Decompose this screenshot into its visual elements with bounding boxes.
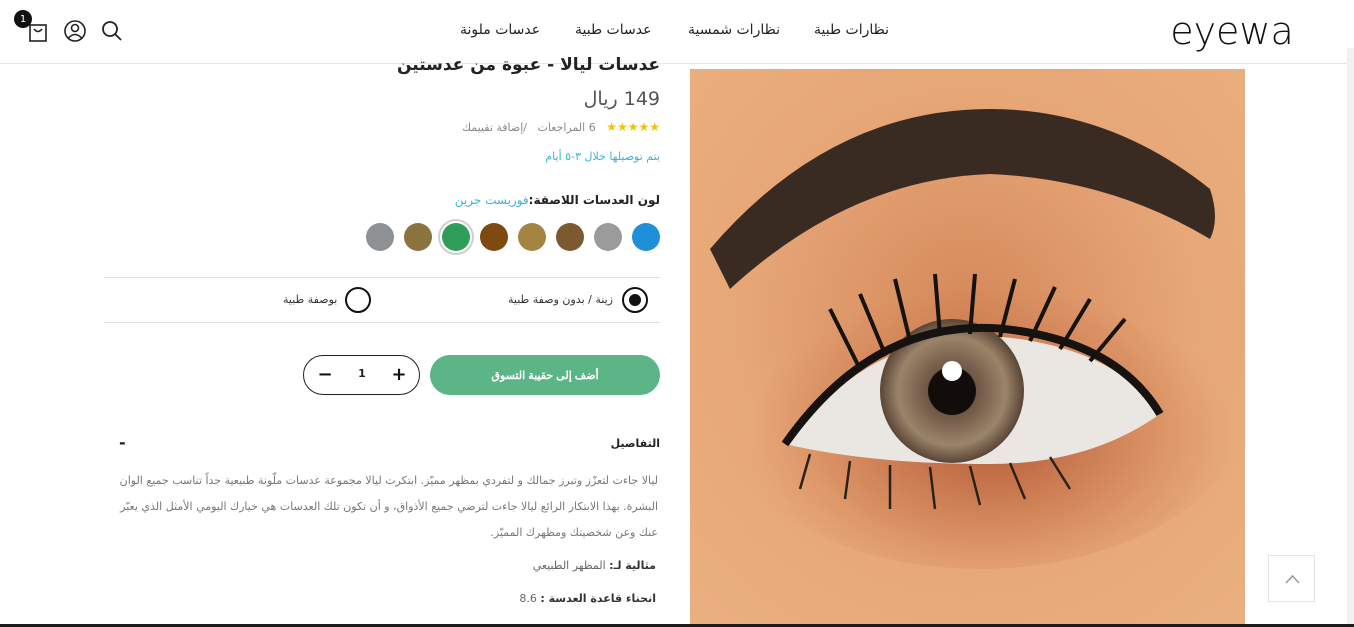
details-description: ليالا جاءت لتعزّز وتبرز جمالك و لتفردي ب… [119,474,658,539]
spec-base-curve-value: 8.6 [519,592,541,605]
product-price: 149 ريال [583,88,660,110]
divider [104,277,660,278]
qty-minus-button[interactable]: − [314,364,336,386]
spec-base-curve-label: انحناء قاعدة العدسة : [540,592,656,605]
add-review-link[interactable]: /إضافة تقييمك [462,121,527,134]
search-icon[interactable] [99,18,125,44]
add-to-bag-button[interactable]: أضف إلى حقيبة التسوق [430,355,660,395]
color-swatch[interactable] [594,223,622,251]
spec-base-curve: انحناء قاعدة العدسة : 8.6 [380,592,656,605]
scroll-to-top-button[interactable] [1268,555,1315,602]
spec-ideal-for: مثالية لـ: المظهر الطبيعي [380,559,656,572]
color-swatch[interactable] [480,223,508,251]
option-prescription-label[interactable]: بوصفة طبية [283,293,337,306]
details-collapse-toggle[interactable]: - [119,433,126,452]
product-title: عدسات ليالا - عبوة من عدستين [396,55,660,75]
color-label: لون العدسات اللاصقة: [528,193,660,207]
details-heading[interactable]: التفاصيل [440,437,660,450]
qty-plus-button[interactable]: + [388,364,410,386]
nav-item-colored-lenses[interactable]: عدسات ملونة [460,22,540,38]
color-swatch[interactable] [404,223,432,251]
nav-item-sunglasses[interactable]: نظارات شمسية [688,22,780,38]
divider [104,322,660,323]
color-swatch[interactable] [366,223,394,251]
page-scrollbar[interactable] [1347,48,1354,627]
user-icon[interactable] [62,18,88,44]
nav-item-eyeglasses[interactable]: نظارات طبية [814,22,889,38]
option-no-prescription-radio[interactable] [622,287,648,313]
color-swatch[interactable] [556,223,584,251]
color-swatch[interactable] [442,223,470,251]
site-header: eyewa نظارات طبية نظارات شمسية عدسات طبي… [0,0,1354,64]
spec-ideal-for-value: المظهر الطبيعي [532,559,610,572]
svg-text:eyewa: eyewa [1170,9,1294,53]
review-count-link[interactable]: 6 المراجعات [538,121,596,134]
chevron-up-icon [1285,574,1300,584]
selected-color-name: فوريست جرين [454,193,529,207]
rating-stars[interactable]: ★★★★★ [606,120,660,134]
spec-ideal-for-label: مثالية لـ: [609,559,656,572]
qty-value[interactable]: 1 [352,367,372,380]
option-no-prescription-label[interactable]: زينة / بدون وصفة طبية [508,293,613,306]
product-image[interactable] [690,69,1245,624]
quantity-stepper: − 1 + [303,355,420,395]
option-prescription-radio[interactable] [345,287,371,313]
rating-row: ★★★★★ 6 المراجعات /إضافة تقييمك [380,120,660,138]
color-swatch[interactable] [632,223,660,251]
delivery-info: يتم توصيلها خلال ٣-٥ أيام [545,150,660,163]
color-swatch[interactable] [518,223,546,251]
cart-count-badge: 1 [14,10,32,28]
eyewa-logo[interactable]: eyewa [1148,8,1316,56]
nav-item-contact-lenses[interactable]: عدسات طبية [575,22,651,38]
color-label-row: لون العدسات اللاصقة:فوريست جرين [380,193,660,207]
